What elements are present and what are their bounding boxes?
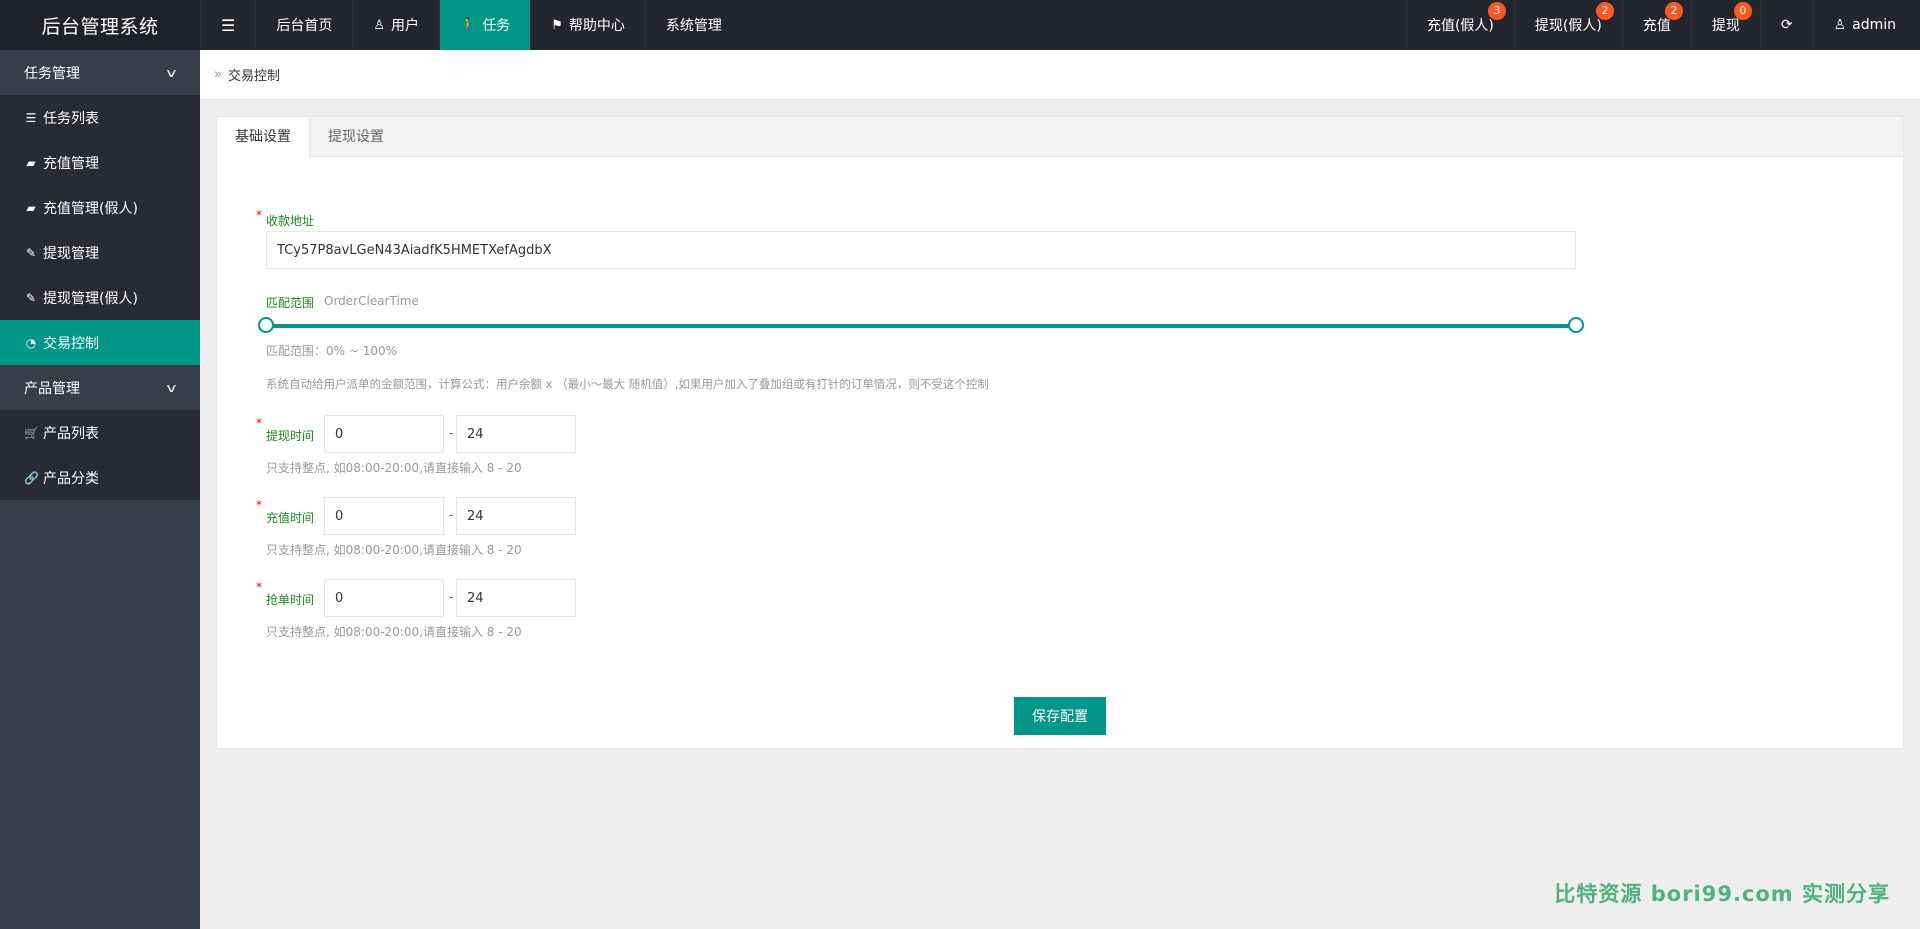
withdraw-time-from[interactable] — [324, 415, 444, 453]
match-range-sublabel: OrderClearTime — [324, 294, 419, 308]
recharge-time-from[interactable] — [324, 497, 444, 535]
sidebar-item-product-category[interactable]: 🔗 产品分类 — [0, 455, 200, 500]
user-menu[interactable]: ♙ admin — [1812, 0, 1920, 50]
sidebar-item-task-list[interactable]: ☰ 任务列表 — [0, 95, 200, 140]
breadcrumb: » 交易控制 — [200, 50, 1920, 100]
sidebar-group-product[interactable]: 产品管理 ∨ — [0, 365, 200, 410]
badge-withdraw-fake: 2 — [1595, 2, 1614, 20]
gavel-icon: ✎ — [25, 290, 37, 305]
tab-bar: 基础设置 提现设置 — [217, 117, 1903, 158]
sidebar-item-withdraw[interactable]: ✎ 提现管理 — [0, 230, 200, 275]
breadcrumb-current: 交易控制 — [227, 69, 280, 84]
grab-time-from[interactable] — [324, 579, 444, 617]
recharge-time-hint: 只支持整点, 如08:00-20:00,请直接输入 8 - 20 — [266, 543, 522, 557]
nav-withdraw-fake[interactable]: 提现(假人) 2 — [1513, 0, 1622, 50]
sidebar-group-task[interactable]: 任务管理 ∨ — [0, 50, 200, 95]
address-label: 收款地址 — [266, 214, 315, 228]
top-right-nav: 充值(假人) 3 提现(假人) 2 充值 2 提现 0 ⟳ ♙ admin — [1405, 0, 1920, 50]
nav-home[interactable]: 后台首页 — [255, 0, 352, 50]
required-mark: * — [256, 416, 262, 430]
walker-icon: 🚶 — [460, 17, 477, 33]
nav-recharge-fake[interactable]: 充值(假人) 3 — [1405, 0, 1514, 50]
double-chevron-right-icon: » — [214, 67, 222, 82]
chevron-down-icon: ∨ — [164, 380, 179, 395]
nav-task[interactable]: 🚶 任务 — [439, 0, 531, 50]
withdraw-time-label: 提现时间 — [266, 429, 315, 443]
cart-icon: 🛒 — [24, 425, 39, 440]
list-icon: ☰ — [25, 110, 37, 125]
sidebar-item-recharge[interactable]: ▰ 充值管理 — [0, 140, 200, 185]
grab-time-hint: 只支持整点, 如08:00-20:00,请直接输入 8 - 20 — [266, 625, 522, 639]
slider-handle-max[interactable] — [1568, 317, 1584, 333]
nav-withdraw[interactable]: 提现 0 — [1690, 0, 1760, 50]
sidebar-item-product-list[interactable]: 🛒 产品列表 — [0, 410, 200, 455]
tab-basic-settings[interactable]: 基础设置 — [217, 117, 310, 158]
nav-help[interactable]: ⚑ 帮助中心 — [530, 0, 645, 50]
dashboard-icon: ◔ — [25, 335, 37, 350]
chevron-down-icon: ∨ — [164, 65, 179, 80]
badge-recharge-fake: 3 — [1487, 2, 1506, 20]
grab-time-to[interactable] — [456, 579, 576, 617]
address-input[interactable] — [266, 231, 1576, 269]
chat-icon: ▰ — [26, 200, 36, 215]
gavel-icon: ✎ — [25, 245, 37, 260]
sidebar-item-trade-control[interactable]: ◔ 交易控制 — [0, 320, 200, 365]
range-separator: - — [449, 590, 454, 604]
range-separator: - — [449, 426, 454, 440]
refresh-icon[interactable]: ⟳ — [1759, 0, 1813, 50]
match-range-label: 匹配范围 — [266, 296, 315, 310]
save-config-button[interactable]: 保存配置 — [1014, 697, 1106, 735]
grab-time-label: 抢单时间 — [266, 593, 315, 607]
flag-icon: ⚑ — [551, 17, 563, 33]
required-mark: * — [256, 580, 262, 594]
recharge-time-label: 充值时间 — [266, 511, 315, 525]
badge-withdraw: 0 — [1733, 2, 1752, 20]
link-icon: 🔗 — [24, 470, 39, 485]
match-range-slider[interactable] — [266, 324, 1576, 328]
nav-user[interactable]: ♙ 用户 — [352, 0, 439, 50]
app-logo: 后台管理系统 — [0, 0, 200, 50]
nav-system[interactable]: 系统管理 — [644, 0, 742, 50]
user-icon: ♙ — [1833, 17, 1847, 33]
user-icon: ♙ — [373, 17, 385, 33]
required-mark: * — [256, 498, 262, 512]
badge-recharge: 2 — [1664, 2, 1683, 20]
nav-recharge[interactable]: 充值 2 — [1621, 0, 1691, 50]
required-mark: * — [256, 208, 262, 222]
slider-handle-min[interactable] — [258, 317, 274, 333]
sidebar-item-withdraw-fake[interactable]: ✎ 提现管理(假人) — [0, 275, 200, 320]
top-nav: ☰ 后台首页 ♙ 用户 🚶 任务 ⚑ 帮助中心 系统管理 — [200, 0, 742, 50]
top-header: 后台管理系统 ☰ 后台首页 ♙ 用户 🚶 任务 ⚑ 帮助中心 系统管理 充值(假人) 3… — [0, 0, 1920, 50]
menu-toggle-icon[interactable]: ☰ — [200, 0, 255, 50]
sidebar: 任务管理 ∨ ☰ 任务列表 ▰ 充值管理 ▰ 充值管理(假人) ✎ 提现管理 ✎ 提现管理(… — [0, 50, 200, 929]
tab-withdraw-settings[interactable]: 提现设置 — [310, 117, 402, 156]
sidebar-item-recharge-fake[interactable]: ▰ 充值管理(假人) — [0, 185, 200, 230]
withdraw-time-hint: 只支持整点, 如08:00-20:00,请直接输入 8 - 20 — [266, 461, 522, 475]
watermark: 比特资源 bori99.com 实测分享 — [1554, 882, 1890, 906]
withdraw-time-to[interactable] — [456, 415, 576, 453]
range-separator: - — [449, 508, 454, 522]
recharge-time-to[interactable] — [456, 497, 576, 535]
match-range-description: 系统自动给用户派单的金额范围，计算公式：用户余额 x （最小～最大 随机值）,如… — [266, 377, 989, 391]
sidebar-sub-product: 🛒 产品列表 🔗 产品分类 — [0, 410, 200, 500]
chat-icon: ▰ — [26, 155, 36, 170]
sidebar-sub-task: ☰ 任务列表 ▰ 充值管理 ▰ 充值管理(假人) ✎ 提现管理 ✎ 提现管理(假人) ◔ 交… — [0, 95, 200, 365]
match-range-text: 匹配范围：0% ~ 100% — [266, 344, 398, 358]
